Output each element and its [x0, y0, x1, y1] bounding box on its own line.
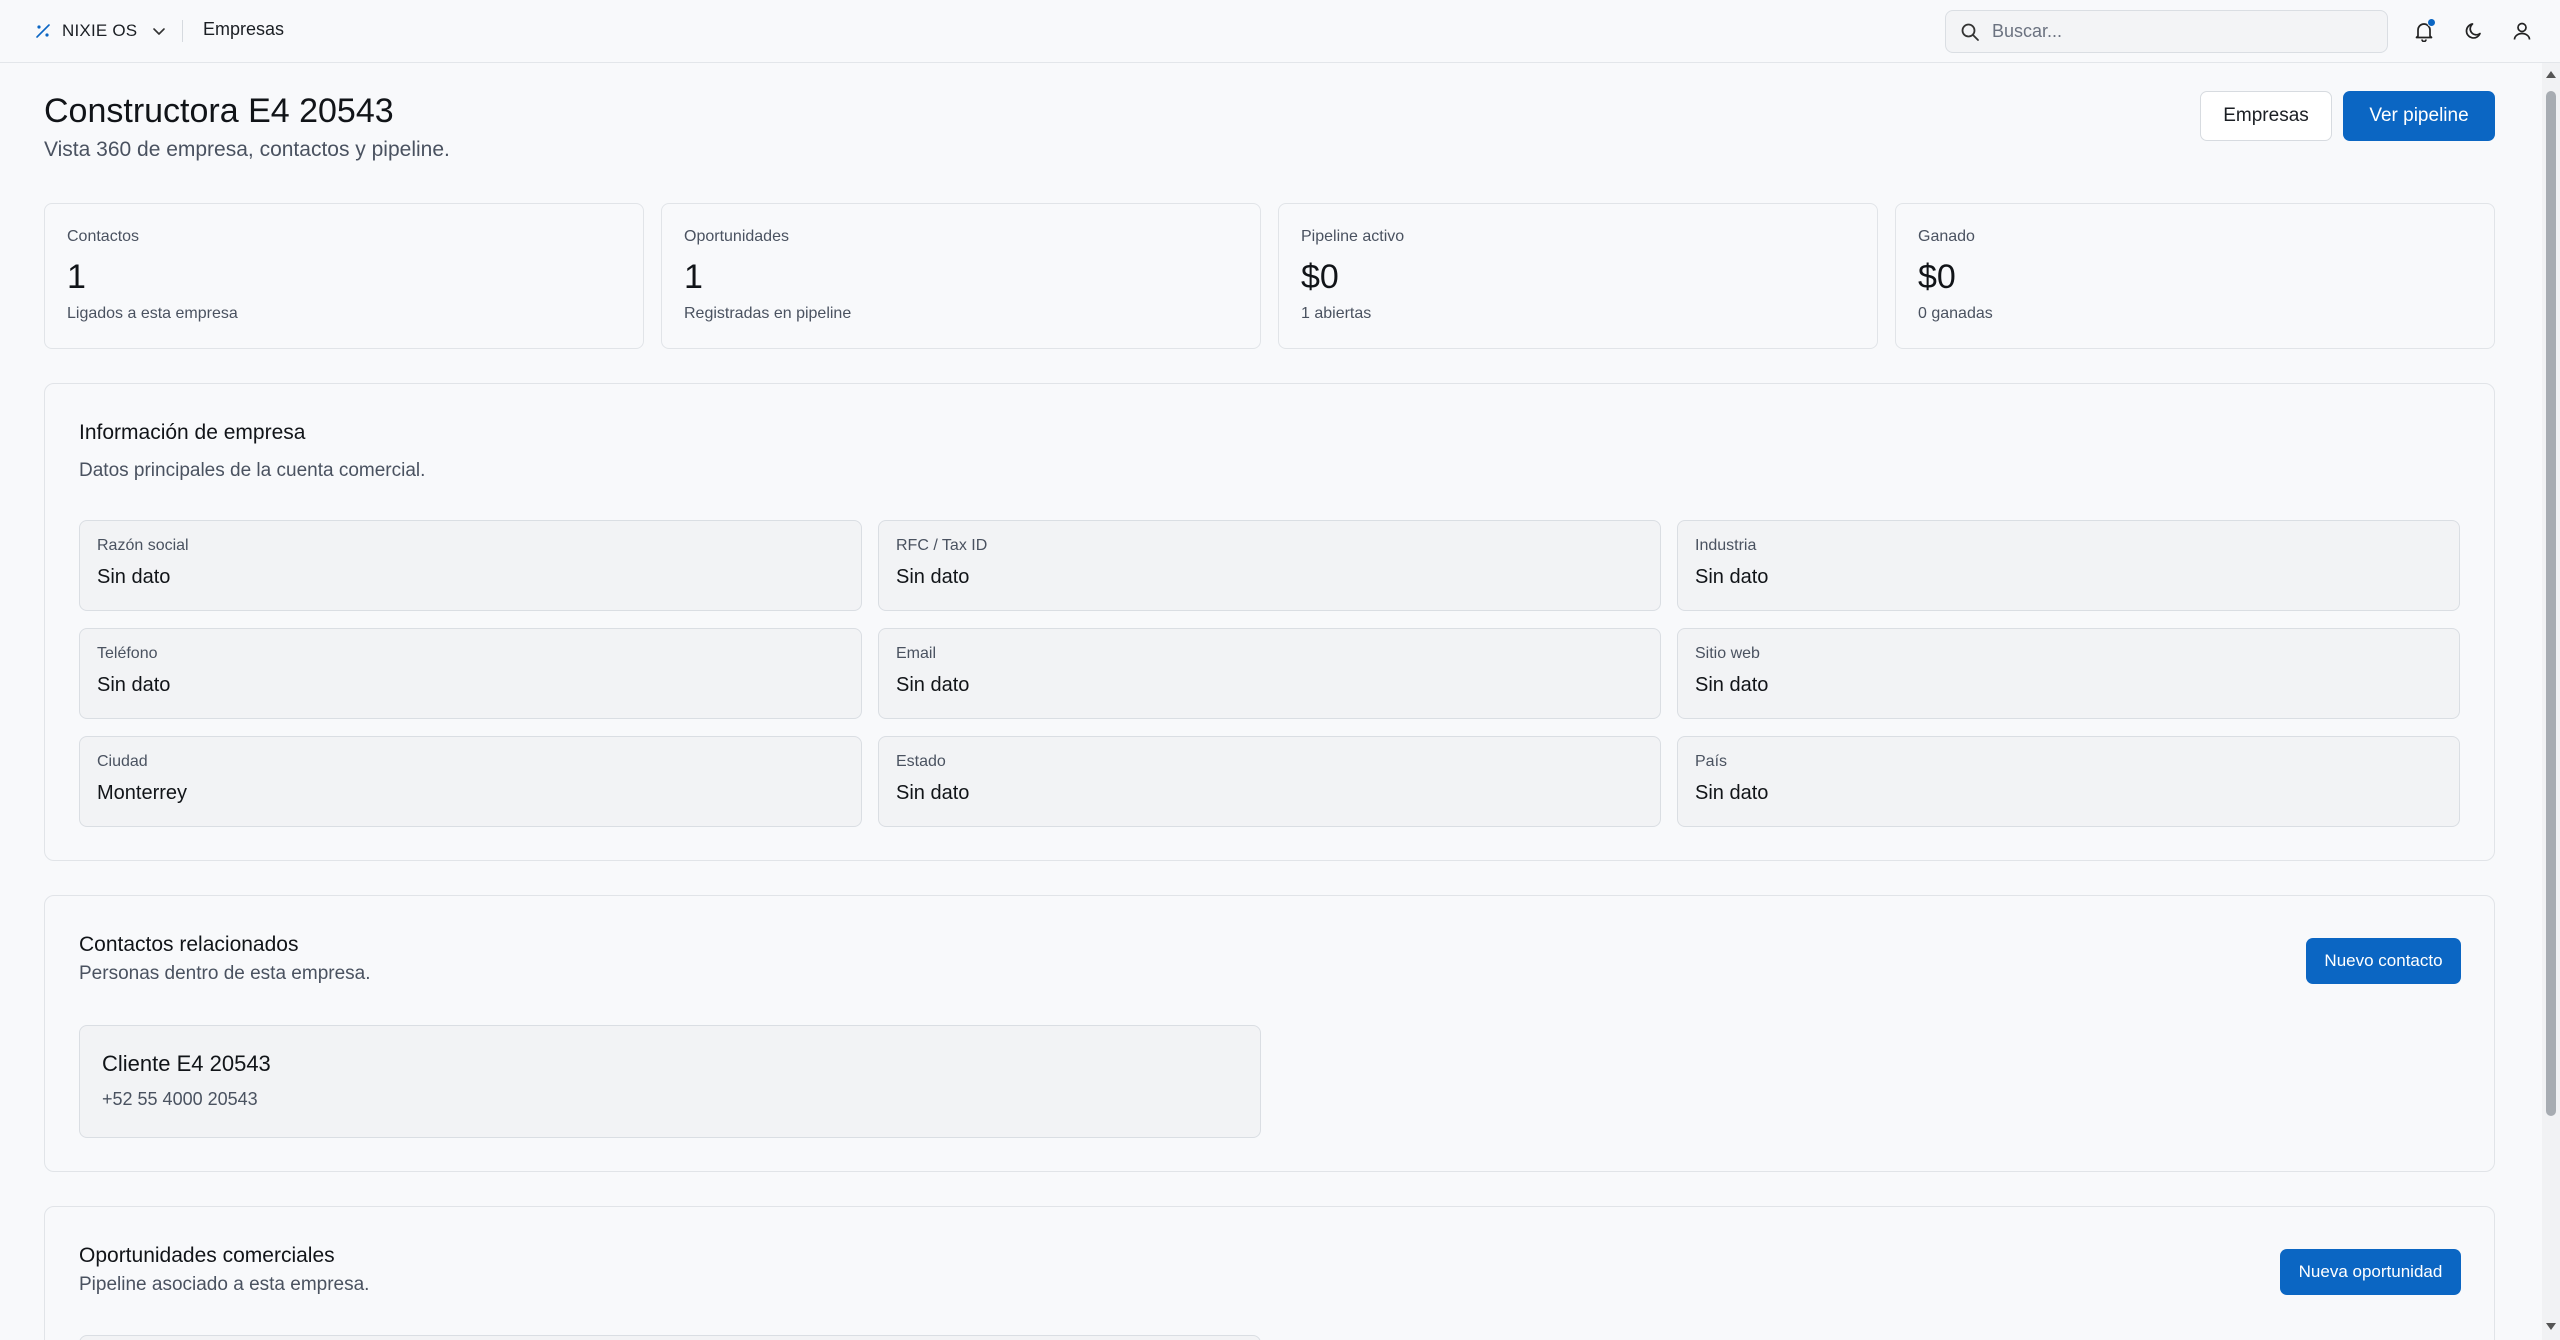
related-contacts-card: Contactos relacionados Personas dentro d…	[44, 895, 2495, 1172]
app-name: NIXIE OS	[62, 21, 138, 40]
field-website: Sitio web Sin dato	[1677, 628, 2460, 719]
field-label: País	[1695, 753, 1728, 770]
field-industry: Industria Sin dato	[1677, 520, 2460, 611]
field-state: Estado Sin dato	[878, 736, 1661, 827]
field-label: RFC / Tax ID	[896, 537, 988, 554]
stat-value: $0	[1301, 258, 1339, 296]
logo-icon	[36, 24, 50, 38]
field-business-name: Razón social Sin dato	[79, 520, 862, 611]
stat-card-active-pipeline: Pipeline activo $0 1 abiertas	[1278, 203, 1878, 349]
search-icon	[1961, 23, 1979, 41]
companies-button[interactable]: Empresas	[2200, 91, 2332, 141]
stat-value: $0	[1918, 258, 1956, 296]
field-value: Sin dato	[1695, 566, 1769, 588]
breadcrumb-divider	[182, 20, 183, 42]
chevron-down-icon	[153, 28, 166, 35]
card-subtitle: Datos principales de la cuenta comercial…	[79, 460, 426, 481]
field-value: Sin dato	[97, 674, 171, 696]
field-value: Sin dato	[896, 674, 970, 696]
field-value: Monterrey	[97, 782, 188, 804]
stat-label: Pipeline activo	[1301, 228, 1405, 245]
stat-label: Contactos	[67, 228, 140, 245]
user-icon	[2513, 22, 2531, 40]
stat-note: Ligados a esta empresa	[67, 305, 238, 322]
field-label: Teléfono	[97, 645, 158, 662]
top-bar: NIXIE OS Empresas	[0, 0, 2560, 63]
search-input[interactable]	[1992, 21, 2372, 42]
field-label: Sitio web	[1695, 645, 1760, 662]
card-title: Contactos relacionados	[79, 933, 299, 956]
field-value: Sin dato	[896, 782, 970, 804]
stat-note: 0 ganadas	[1918, 305, 1993, 322]
company-info-card: Información de empresa Datos principales…	[44, 383, 2495, 861]
page-title: Constructora E4 20543	[44, 92, 394, 130]
stat-label: Oportunidades	[684, 228, 789, 245]
card-title: Información de empresa	[79, 421, 306, 444]
stat-card-opportunities: Oportunidades 1 Registradas en pipeline	[661, 203, 1261, 349]
field-label: Estado	[896, 753, 946, 770]
stat-card-contacts: Contactos 1 Ligados a esta empresa	[44, 203, 644, 349]
app-switcher[interactable]: NIXIE OS	[34, 18, 167, 44]
stat-value: 1	[67, 258, 86, 296]
field-country: País Sin dato	[1677, 736, 2460, 827]
opportunity-item[interactable]	[79, 1335, 1261, 1340]
field-value: Sin dato	[896, 566, 970, 588]
field-label: Ciudad	[97, 753, 148, 770]
field-email: Email Sin dato	[878, 628, 1661, 719]
field-value: Sin dato	[1695, 674, 1769, 696]
field-city: Ciudad Monterrey	[79, 736, 862, 827]
field-label: Razón social	[97, 537, 189, 554]
user-menu-button[interactable]	[2509, 18, 2535, 44]
contact-item[interactable]: Cliente E4 20543 +52 55 4000 20543	[79, 1025, 1261, 1138]
opportunities-card: Oportunidades comerciales Pipeline asoci…	[44, 1206, 2495, 1340]
scrollbar-thumb[interactable]	[2546, 91, 2556, 1116]
scroll-down-arrow-icon[interactable]	[2546, 1323, 2556, 1330]
contact-phone: +52 55 4000 20543	[102, 1089, 258, 1109]
stat-card-won: Ganado $0 0 ganadas	[1895, 203, 2495, 349]
scroll-up-arrow-icon[interactable]	[2546, 71, 2556, 78]
card-title: Oportunidades comerciales	[79, 1244, 335, 1267]
field-tax-id: RFC / Tax ID Sin dato	[878, 520, 1661, 611]
stat-value: 1	[684, 258, 703, 296]
field-label: Industria	[1695, 537, 1757, 554]
breadcrumb[interactable]: Empresas	[203, 19, 284, 40]
stat-label: Ganado	[1918, 228, 1975, 245]
field-value: Sin dato	[97, 566, 171, 588]
contact-name: Cliente E4 20543	[102, 1051, 271, 1076]
notification-badge	[2427, 18, 2436, 27]
page-subtitle: Vista 360 de empresa, contactos y pipeli…	[44, 138, 450, 161]
field-value: Sin dato	[1695, 782, 1769, 804]
new-opportunity-button[interactable]: Nueva oportunidad	[2280, 1249, 2461, 1295]
moon-icon	[2465, 23, 2481, 39]
stat-note: 1 abiertas	[1301, 305, 1372, 322]
card-subtitle: Pipeline asociado a esta empresa.	[79, 1274, 370, 1295]
card-subtitle: Personas dentro de esta empresa.	[79, 963, 371, 984]
field-label: Email	[896, 645, 937, 662]
view-pipeline-button[interactable]: Ver pipeline	[2343, 91, 2495, 141]
search-box[interactable]	[1945, 10, 2388, 53]
page-scrollbar[interactable]	[2542, 63, 2560, 1340]
field-phone: Teléfono Sin dato	[79, 628, 862, 719]
new-contact-button[interactable]: Nuevo contacto	[2306, 938, 2461, 984]
theme-toggle-button[interactable]	[2461, 18, 2487, 44]
notifications-button[interactable]	[2411, 18, 2437, 44]
stat-note: Registradas en pipeline	[684, 305, 852, 322]
